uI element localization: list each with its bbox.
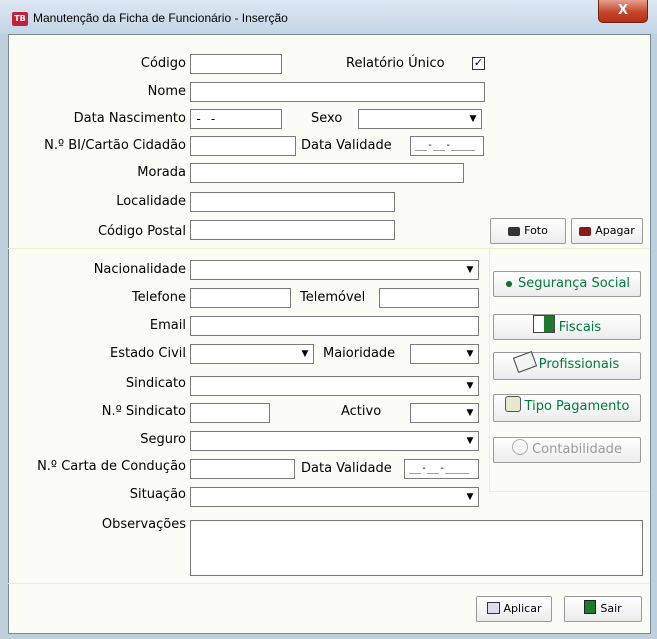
seguro-select[interactable]: ▼: [190, 431, 479, 451]
aplicar-button[interactable]: Aplicar: [476, 596, 552, 622]
morada-input[interactable]: [190, 163, 464, 183]
apagar-button[interactable]: Apagar: [571, 218, 643, 244]
chevron-down-icon[interactable]: ▼: [463, 489, 477, 505]
exit-door-icon: [584, 600, 597, 614]
data-nascimento-label: Data Nascimento: [73, 111, 186, 126]
foto-button[interactable]: Foto: [490, 218, 566, 244]
notebook-icon: [512, 351, 537, 373]
relatorio-unico-checkbox[interactable]: ✓: [472, 57, 485, 70]
localidade-input[interactable]: [190, 192, 395, 212]
accounting-icon: [512, 439, 529, 455]
chevron-down-icon[interactable]: ▼: [298, 346, 312, 362]
activo-label: Activo: [341, 404, 382, 419]
button-panel-divider: [489, 248, 490, 491]
nacionalidade-label: Nacionalidade: [93, 262, 186, 277]
profissionais-label: Profissionais: [538, 357, 620, 372]
observacoes-label: Observações: [101, 517, 186, 532]
fiscais-label: Fiscais: [558, 320, 602, 335]
nome-label: Nome: [147, 84, 186, 99]
contabilidade-button[interactable]: Contabilidade: [493, 437, 641, 463]
estado-civil-select[interactable]: ▼: [190, 344, 314, 364]
nacionalidade-select[interactable]: ▼: [190, 260, 479, 280]
n-sindicato-label: N.º Sindicato: [101, 404, 186, 419]
carta-conducao-label: N.º Carta de Condução: [37, 459, 186, 474]
bi-label: N.º BI/Cartão Cidadão: [44, 138, 186, 153]
seguro-label: Seguro: [140, 432, 186, 447]
telemovel-input[interactable]: [379, 288, 479, 308]
section-divider: [8, 248, 649, 249]
carta-conducao-input[interactable]: [190, 459, 295, 479]
app-icon: TB: [12, 12, 28, 26]
situacao-select[interactable]: ▼: [190, 487, 479, 507]
chevron-down-icon[interactable]: ▼: [463, 405, 477, 421]
maioridade-select[interactable]: ▼: [410, 344, 479, 364]
data-validade-label: Data Validade: [301, 138, 392, 153]
title-bar[interactable]: TB Manutenção da Ficha de Funcionário - …: [0, 0, 657, 34]
codigo-label: Código: [140, 56, 186, 71]
contabilidade-label: Contabilidade: [532, 442, 622, 457]
seguranca-social-button[interactable]: Segurança Social: [493, 271, 641, 297]
maioridade-label: Maioridade: [323, 346, 396, 361]
close-button[interactable]: X: [598, 0, 648, 23]
button-panel-divider-bottom: [489, 491, 649, 492]
people-icon: [503, 279, 514, 289]
footer-divider: [8, 583, 649, 584]
sexo-label: Sexo: [311, 111, 343, 126]
email-label: Email: [149, 318, 186, 333]
telemovel-label: Telemóvel: [300, 290, 366, 305]
sindicato-select[interactable]: ▼: [190, 376, 479, 396]
foto-button-label: Foto: [524, 224, 548, 237]
apply-icon: [486, 602, 500, 614]
chevron-down-icon[interactable]: ▼: [463, 262, 477, 278]
sexo-select[interactable]: ▼: [358, 109, 482, 129]
aplicar-label: Aplicar: [503, 602, 542, 615]
telefone-label: Telefone: [131, 290, 186, 305]
tipo-pagamento-button[interactable]: Tipo Pagamento: [493, 394, 641, 422]
data-validade2-label: Data Validade: [301, 461, 392, 476]
dialog-window: TB Manutenção da Ficha de Funcionário - …: [0, 0, 657, 639]
observacoes-textarea[interactable]: [190, 520, 643, 576]
data-validade2-input[interactable]: __-__-____: [404, 459, 479, 479]
morada-label: Morada: [137, 165, 186, 180]
window-title: Manutenção da Ficha de Funcionário - Ins…: [33, 11, 288, 25]
apagar-button-label: Apagar: [595, 224, 635, 237]
telefone-input[interactable]: [190, 288, 291, 308]
chevron-down-icon[interactable]: ▼: [463, 346, 477, 362]
email-input[interactable]: [190, 316, 479, 336]
codigo-postal-label: Código Postal: [97, 224, 186, 239]
chevron-down-icon[interactable]: ▼: [466, 111, 480, 127]
fiscais-button[interactable]: Fiscais: [493, 314, 641, 340]
sair-button[interactable]: Sair: [564, 596, 642, 622]
data-validade-input[interactable]: __-__-____: [410, 136, 484, 156]
activo-select[interactable]: ▼: [410, 403, 479, 423]
camera-delete-icon: [579, 227, 592, 236]
codigo-postal-input[interactable]: [190, 220, 395, 240]
sair-label: Sair: [600, 602, 622, 615]
sindicato-label: Sindicato: [125, 376, 186, 391]
situacao-label: Situação: [129, 487, 186, 502]
localidade-label: Localidade: [116, 194, 186, 209]
codigo-input[interactable]: [190, 54, 282, 74]
hand-money-icon: [504, 396, 521, 412]
nome-input[interactable]: [190, 82, 485, 102]
chevron-down-icon[interactable]: ▼: [463, 433, 477, 449]
seguranca-social-label: Segurança Social: [517, 276, 631, 291]
camera-icon: [508, 227, 521, 236]
relatorio-unico-label: Relatório Único: [346, 56, 445, 71]
n-sindicato-input[interactable]: [190, 403, 270, 423]
chevron-down-icon[interactable]: ▼: [463, 378, 477, 394]
document-icon: [532, 315, 555, 333]
profissionais-button[interactable]: Profissionais: [493, 351, 641, 380]
data-nascimento-input[interactable]: - -: [190, 109, 282, 129]
bi-input[interactable]: [190, 136, 296, 156]
tipo-pagamento-label: Tipo Pagamento: [524, 399, 630, 414]
estado-civil-label: Estado Civil: [110, 346, 186, 361]
